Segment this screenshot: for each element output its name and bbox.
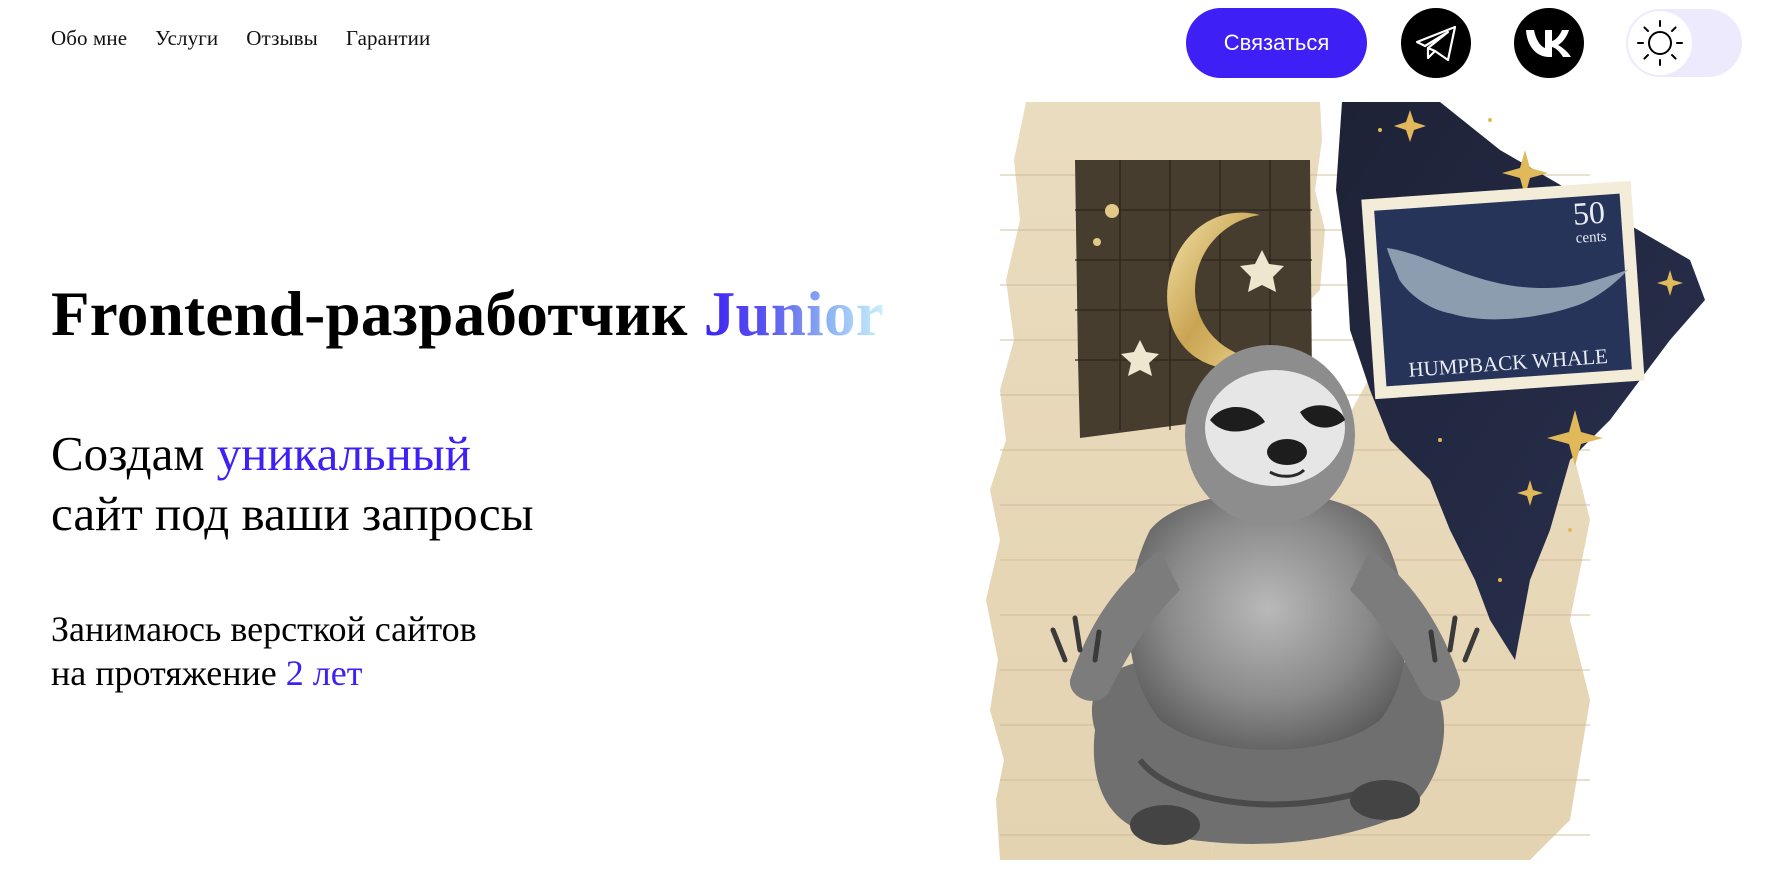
main-nav: Обо мне Услуги Отзывы Гарантии: [51, 26, 430, 51]
stamp-unit: cents: [1575, 229, 1607, 247]
hero-subtitle-line2: сайт под ваши запросы: [51, 486, 534, 541]
vk-icon: [1526, 30, 1571, 57]
whale-stamp: 50 cents HUMPBACK WHALE: [1361, 180, 1645, 400]
experience-text: Занимаюсь версткой сайтов на протяжение 2…: [51, 607, 477, 695]
collage-illustration: 50 cents HUMPBACK WHALE: [986, 102, 1705, 860]
nav-item-services[interactable]: Услуги: [155, 26, 218, 51]
hero-subtitle-accent: уникальный: [216, 426, 471, 481]
hero-subtitle: Создам уникальный сайт под ваши запросы: [51, 424, 534, 544]
hero-title-accent: Junior: [703, 279, 885, 349]
nav-item-reviews[interactable]: Отзывы: [246, 26, 318, 51]
hero-title-main: Frontend-разработчик: [51, 279, 704, 349]
experience-years: 2 лет: [285, 653, 363, 693]
experience-line1: Занимаюсь версткой сайтов: [51, 609, 477, 649]
experience-line2-plain: на протяжение: [51, 653, 286, 693]
hero-collage: 50 cents HUMPBACK WHALE: [970, 60, 1740, 865]
stamp-value: 50: [1572, 194, 1606, 232]
hero-title: Frontend-разработчик Junior: [51, 278, 884, 351]
nav-item-guarantees[interactable]: Гарантии: [346, 26, 430, 51]
nav-item-about[interactable]: Обо мне: [51, 26, 127, 51]
hero-subtitle-plain: Создам: [51, 426, 217, 481]
